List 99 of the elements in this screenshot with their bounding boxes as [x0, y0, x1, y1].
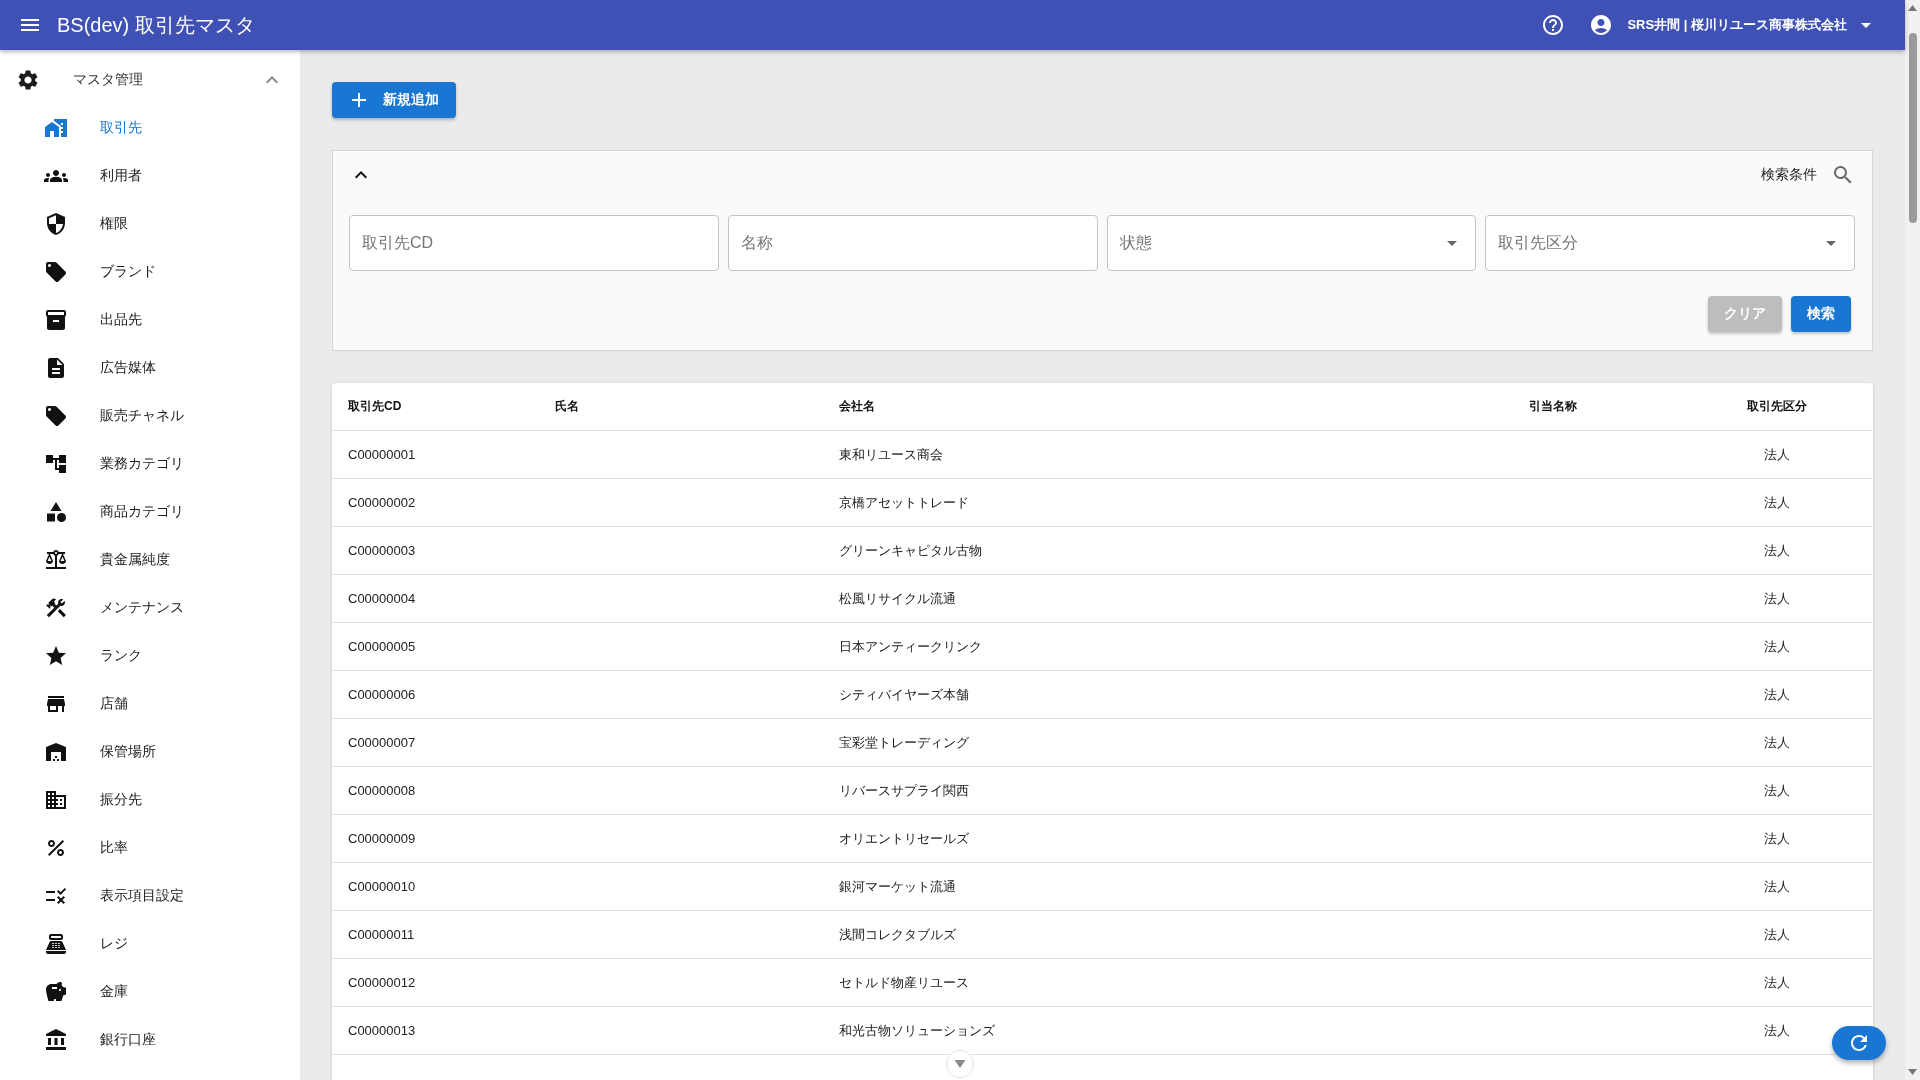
app-title: BS(dev) 取引先マスタ	[57, 12, 255, 38]
table-cell-text: 日本アンティークリンク	[839, 637, 983, 656]
table-cell-text: 法人	[1763, 541, 1791, 560]
table-cell-text: 法人	[1763, 589, 1791, 608]
column-header: 会社名	[839, 398, 876, 415]
sidebar-item[interactable]: 利用者	[0, 152, 300, 200]
table-cell-text: 法人	[1763, 877, 1791, 896]
table-cell-text: リバースサプライ関西	[839, 781, 970, 800]
table-cell-text: シティバイヤーズ本舗	[839, 685, 970, 704]
sidebar-item[interactable]: 商品カテゴリ	[0, 488, 300, 536]
balance-scale-icon	[44, 548, 68, 572]
column-header: 取引先区分	[1746, 398, 1808, 415]
piggy-bank-icon	[44, 980, 68, 1004]
table-cell-text: グリーンキャピタル古物	[839, 541, 983, 560]
scroll-down-arrow-icon[interactable]	[1908, 1069, 1917, 1075]
account-menu-button[interactable]: SRS井間 | 桜川リユース商事株式会社	[1589, 13, 1871, 37]
sidebar-item[interactable]: 金庫	[0, 968, 300, 1016]
table-cell-text: 東和リユース商会	[839, 445, 944, 464]
table-cell-text: 和光古物ソリューションズ	[839, 1021, 996, 1040]
tag-icon	[44, 260, 68, 284]
building-icon	[44, 788, 68, 812]
column-header: 氏名	[555, 398, 580, 415]
dropdown-caret-icon	[1447, 240, 1458, 246]
table-cell-text: C00000008	[348, 783, 417, 798]
scroll-down-icon[interactable]	[946, 1050, 974, 1078]
sidebar-item[interactable]: 銀行口座	[0, 1016, 300, 1064]
dropdown-caret-icon	[1826, 240, 1836, 246]
sidebar-item[interactable]: 業務カテゴリ	[0, 440, 300, 488]
table-cell-text: 法人	[1763, 925, 1791, 944]
table-cell-text: 法人	[1763, 637, 1791, 656]
sidebar-item[interactable]: 販売チャネル	[0, 392, 300, 440]
box-icon	[44, 308, 68, 332]
table-cell-text: 法人	[1763, 781, 1791, 800]
help-icon[interactable]	[1541, 13, 1566, 37]
sidebar-item[interactable]: 権限	[0, 200, 300, 248]
sidebar-item[interactable]: ブランド	[0, 248, 300, 296]
table-cell-text: C00000004	[348, 591, 417, 606]
table-cell-text: 法人	[1763, 1021, 1791, 1040]
star-icon	[44, 644, 68, 668]
dropdown-field[interactable]: 状態	[1106, 215, 1477, 271]
table-cell-text: C00000006	[348, 687, 417, 702]
settings-icon	[16, 68, 40, 92]
table-cell-text: 法人	[1763, 829, 1791, 848]
house-building-icon	[44, 116, 68, 140]
table-cell-text: 京橋アセットトレード	[839, 493, 970, 512]
caret-icon	[1861, 22, 1871, 28]
table-cell-text: C00000009	[348, 831, 417, 846]
table-cell-text: 法人	[1763, 493, 1791, 512]
column-header: 取引先CD	[348, 398, 403, 415]
scroll-up-arrow-icon[interactable]	[1908, 5, 1917, 11]
shield-icon	[44, 212, 68, 236]
sidebar-item[interactable]: メンテナンス	[0, 584, 300, 632]
sidebar-item[interactable]: 振分先	[0, 776, 300, 824]
table-cell-text: 宝彩堂トレーディング	[839, 733, 970, 752]
table-cell-text: 法人	[1763, 445, 1791, 464]
table-cell-text: C00000001	[348, 447, 417, 462]
table-cell-text: C00000010	[348, 879, 417, 894]
sidebar-item[interactable]: 広告媒体	[0, 344, 300, 392]
table-cell-text: C00000007	[348, 735, 417, 750]
shapes-icon	[44, 500, 68, 524]
table-cell-text: C00000011	[348, 927, 416, 942]
table-cell-text: 法人	[1763, 685, 1791, 704]
sidebar-group-header[interactable]: マスタ管理	[0, 56, 300, 104]
tag-icon	[44, 404, 68, 428]
search-button[interactable]: 検索	[1791, 296, 1851, 332]
scrollbar-thumb[interactable]	[1908, 33, 1917, 223]
table-cell-text: オリエントリセールズ	[839, 829, 970, 848]
add-button[interactable]: 新規追加	[332, 82, 456, 118]
table-cell-text: 法人	[1763, 733, 1791, 752]
table-cell-text: 浅間コレクタブルズ	[839, 925, 957, 944]
table-cell-text: 銀河マーケット流通	[839, 877, 957, 896]
sidebar-item[interactable]: レジ	[0, 920, 300, 968]
account-icon	[1589, 13, 1614, 37]
table-cell-text: C00000012	[348, 975, 417, 990]
sidebar-item[interactable]: ランク	[0, 632, 300, 680]
sidebar-item[interactable]: 比率	[0, 824, 300, 872]
table-cell-text: セトルド物産リユース	[839, 973, 970, 992]
table-cell-text: C00000002	[348, 495, 417, 510]
table-cell-text: C00000003	[348, 543, 417, 558]
cash-register-icon	[44, 932, 68, 956]
table-cell-text: 松風リサイクル流通	[839, 589, 957, 608]
sidebar-item[interactable]: 貴金属純度	[0, 536, 300, 584]
sidebar-item[interactable]: 保管場所	[0, 728, 300, 776]
sidebar-item[interactable]: 出品先	[0, 296, 300, 344]
sidebar-item[interactable]: 表示項目設定	[0, 872, 300, 920]
table-cell-text: C00000005	[348, 639, 417, 654]
tree-diagram-icon	[44, 452, 68, 476]
search-panel-title: 検索条件	[1761, 166, 1817, 184]
bank-icon	[44, 1028, 68, 1052]
input-field[interactable]: 取引先CD	[349, 215, 719, 271]
dropdown-field[interactable]: 取引先区分	[1485, 215, 1855, 271]
column-header: 引当名称	[1529, 398, 1578, 415]
input-field[interactable]: 名称	[727, 215, 1098, 271]
table-cell-text: C00000013	[348, 1023, 417, 1038]
sidebar-item[interactable]: 取引先	[0, 104, 300, 152]
tools-icon	[44, 596, 68, 620]
warehouse-icon	[44, 740, 68, 764]
table-cell-text: 法人	[1763, 973, 1791, 992]
sidebar-item[interactable]: 店舗	[0, 680, 300, 728]
